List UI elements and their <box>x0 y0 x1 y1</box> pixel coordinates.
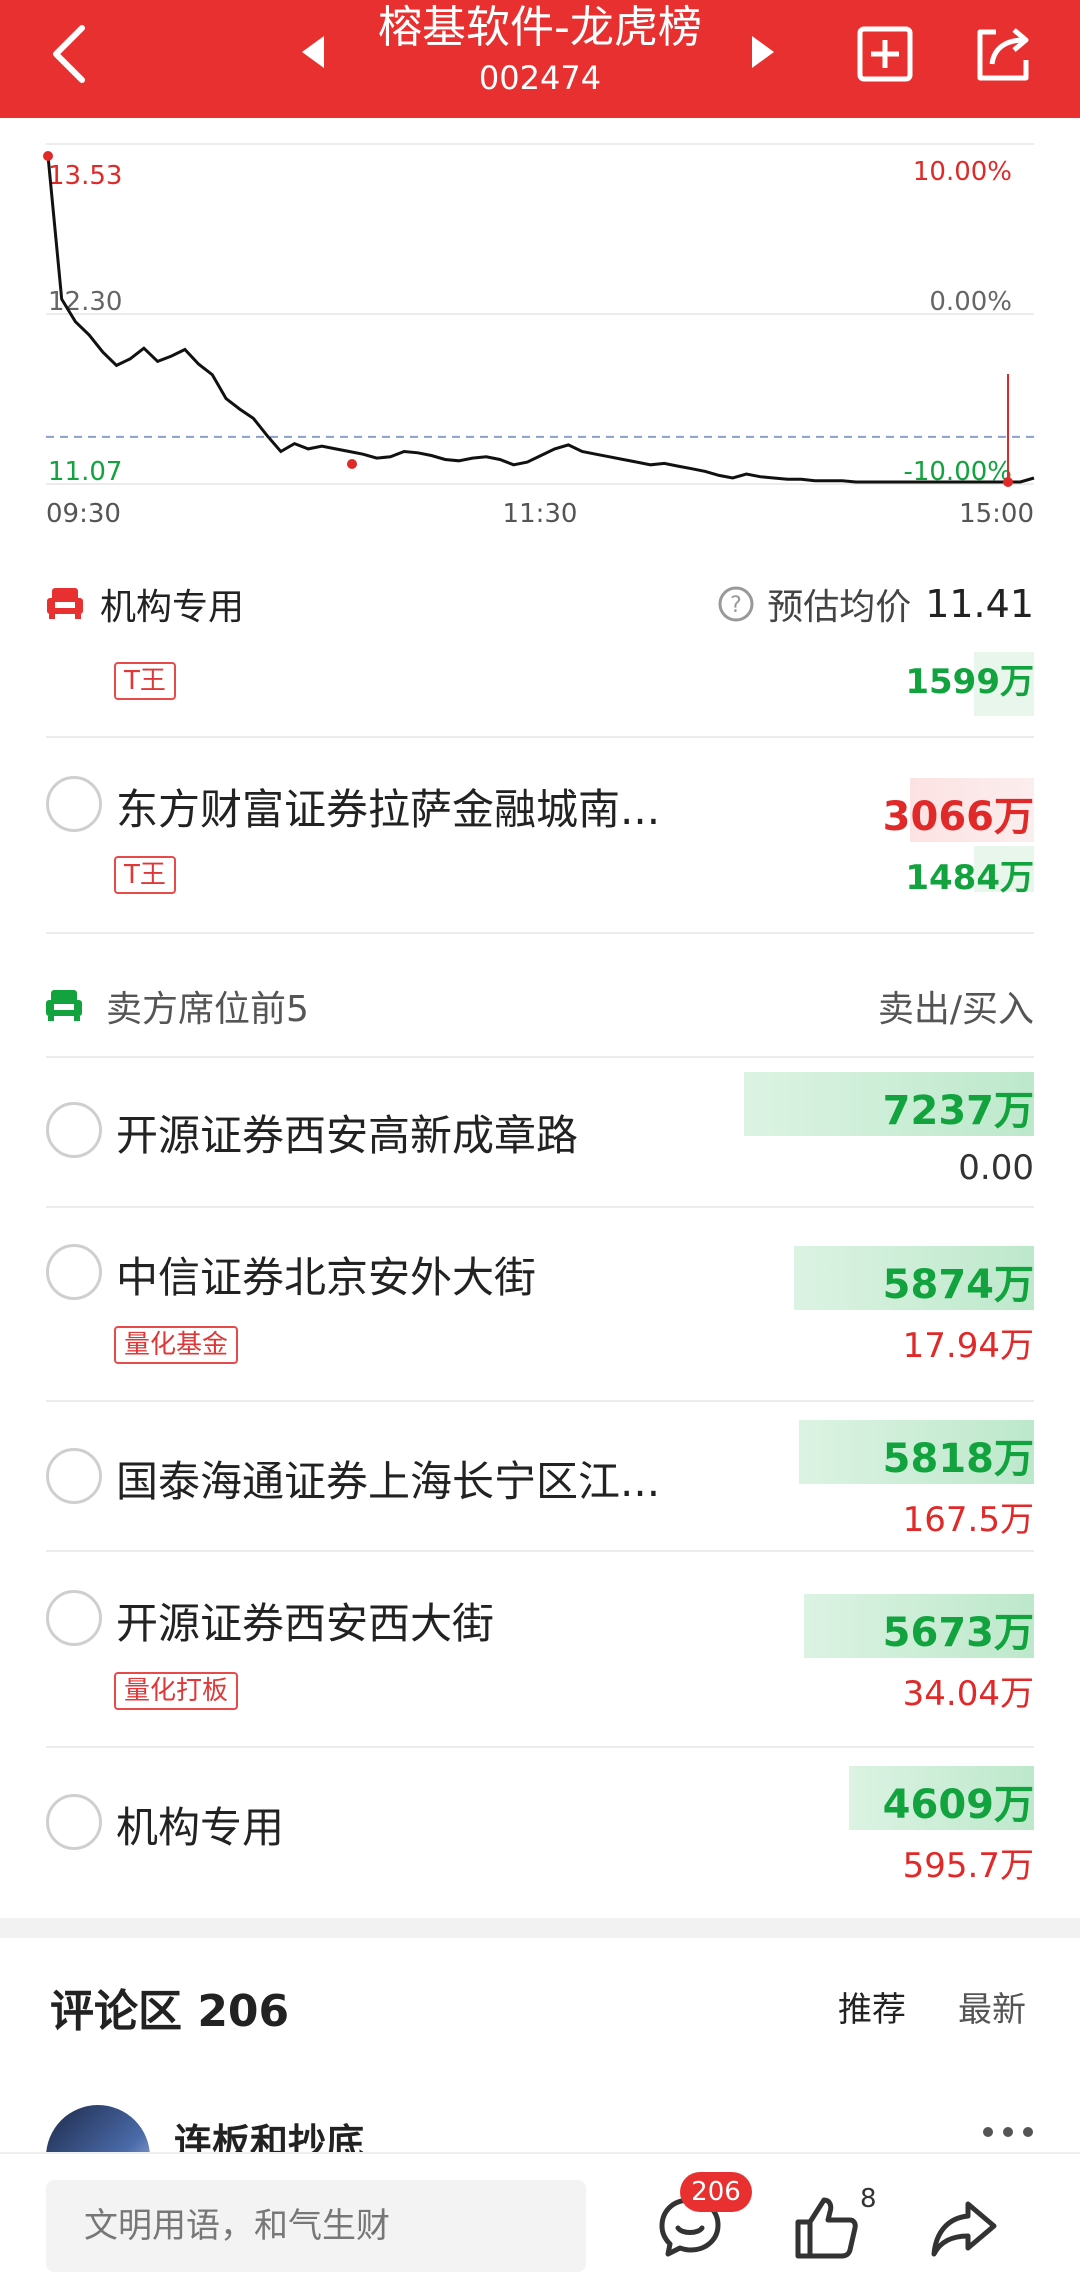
sell-value: 1484万 <box>905 858 1034 898</box>
mid-marker <box>347 459 357 469</box>
pct-label-mid: 0.00% <box>929 287 1012 317</box>
sell-buy-column-label: 卖出/买入 <box>877 989 1034 1030</box>
top-bar: 榕基软件-龙虎榜 002474 <box>0 0 1080 118</box>
buy-value: 0.00 <box>958 1148 1034 1188</box>
pct-label-high: 10.00% <box>913 157 1012 187</box>
x-label-close: 15:00 <box>959 499 1034 529</box>
divider <box>46 1056 1034 1058</box>
sell-value: 5818万 <box>882 1436 1034 1482</box>
divider <box>46 1400 1034 1402</box>
intraday-chart: 13.53 12.30 11.07 10.00% 0.00% -10.00% 0… <box>43 143 1035 529</box>
svg-text:?: ? <box>730 593 742 618</box>
thumbs-up-icon[interactable] <box>794 2194 860 2260</box>
tab-recommend[interactable]: 推荐 <box>838 1982 906 2031</box>
sell-value-box: 5874万 <box>734 1246 1034 1310</box>
comment-count-badge: 206 <box>680 2172 752 2212</box>
partial-value: 1599万 <box>905 662 1034 702</box>
tag-t-wang: T王 <box>114 662 176 700</box>
est-price-label: 预估均价 <box>767 587 912 628</box>
seat-name: 中信证券北京安外大街 <box>116 1253 537 1302</box>
sell-value-box: 5818万 <box>734 1420 1034 1484</box>
stock-code: 002474 <box>478 59 602 97</box>
title-block: 榕基软件-龙虎榜 002474 <box>300 0 780 118</box>
more-options-icon[interactable] <box>980 2120 1036 2144</box>
select-radio[interactable] <box>46 1102 102 1158</box>
buy-value: 167.5万 <box>902 1500 1034 1540</box>
price-line <box>46 155 1035 484</box>
divider <box>46 1206 1034 1208</box>
institution-header: 机构专用 ? 预估均价 11.41 <box>46 570 1034 634</box>
share-icon[interactable] <box>972 24 1032 84</box>
sofa-red-icon <box>47 588 83 619</box>
buy-value-box: 3066万 <box>883 778 1034 842</box>
sell-value: 5673万 <box>882 1610 1034 1656</box>
divider <box>46 932 1034 934</box>
buy-value: 34.04万 <box>902 1674 1034 1714</box>
y-label-mid: 12.30 <box>48 287 122 317</box>
comment-input[interactable]: 文明用语，和气生财 <box>46 2180 586 2272</box>
x-label-mid: 11:30 <box>503 499 578 529</box>
select-radio[interactable] <box>46 1244 102 1300</box>
tag-t-wang: T王 <box>114 856 176 894</box>
divider <box>46 736 1034 738</box>
sell-value-box: 7237万 <box>734 1072 1034 1136</box>
y-label-high: 13.53 <box>48 161 122 191</box>
sell-value-box: 4609万 <box>734 1766 1034 1830</box>
select-radio[interactable] <box>46 1794 102 1850</box>
buy-value: 3066万 <box>882 794 1034 840</box>
sofa-green-icon <box>46 990 82 1021</box>
institution-label: 机构专用 <box>100 587 245 628</box>
seat-name: 机构专用 <box>116 1803 285 1852</box>
buy-value: 17.94万 <box>902 1326 1034 1366</box>
divider <box>46 1550 1034 1552</box>
select-radio[interactable] <box>46 776 102 832</box>
select-radio[interactable] <box>46 1590 102 1646</box>
estimated-avg-price: ? 预估均价 11.41 <box>717 578 1034 630</box>
seat-name: 开源证券西安高新成章路 <box>116 1111 579 1160</box>
tab-latest[interactable]: 最新 <box>958 1982 1026 2031</box>
seat-name: 国泰海通证券上海长宁区江... <box>116 1457 661 1506</box>
sell-value: 5874万 <box>882 1262 1034 1308</box>
sell-value: 7237万 <box>882 1088 1034 1134</box>
add-watchlist-icon[interactable] <box>855 24 915 84</box>
close-marker <box>1003 477 1013 487</box>
forward-icon[interactable] <box>930 2198 998 2258</box>
back-arrow-icon[interactable] <box>46 22 96 86</box>
est-price-value: 11.41 <box>925 582 1034 626</box>
select-radio[interactable] <box>46 1448 102 1504</box>
sell-value: 4609万 <box>882 1782 1034 1828</box>
bottom-action-bar: 文明用语，和气生财 206 8 <box>0 2152 1080 2294</box>
section-gap <box>0 1918 1080 1938</box>
tag-quant-fund: 量化基金 <box>114 1326 239 1364</box>
next-stock-icon[interactable] <box>748 34 778 70</box>
page-title: 榕基软件-龙虎榜 <box>378 2 702 53</box>
tag-quant-board: 量化打板 <box>114 1672 239 1710</box>
buyer-list-partial: T王 1599万 东方财富证券拉萨金融城南... T王 3066万 1484万 <box>0 640 1080 920</box>
sell-section-header: 卖方席位前5 卖出/买入 <box>46 980 1034 1030</box>
buy-value: 595.7万 <box>902 1846 1034 1886</box>
seat-name: 开源证券西安西大街 <box>116 1599 495 1648</box>
divider <box>46 1746 1034 1748</box>
question-icon[interactable]: ? <box>717 585 755 623</box>
y-label-low: 11.07 <box>48 457 122 487</box>
seat-name: 东方财富证券拉萨金融城南... <box>116 785 661 834</box>
like-count: 8 <box>860 2184 877 2214</box>
x-label-open: 09:30 <box>46 499 121 529</box>
comment-section-title: 评论区 206 <box>50 1986 290 2037</box>
sell-value-box: 5673万 <box>734 1594 1034 1658</box>
sell-section-title: 卖方席位前5 <box>106 989 309 1030</box>
high-marker <box>43 151 53 161</box>
